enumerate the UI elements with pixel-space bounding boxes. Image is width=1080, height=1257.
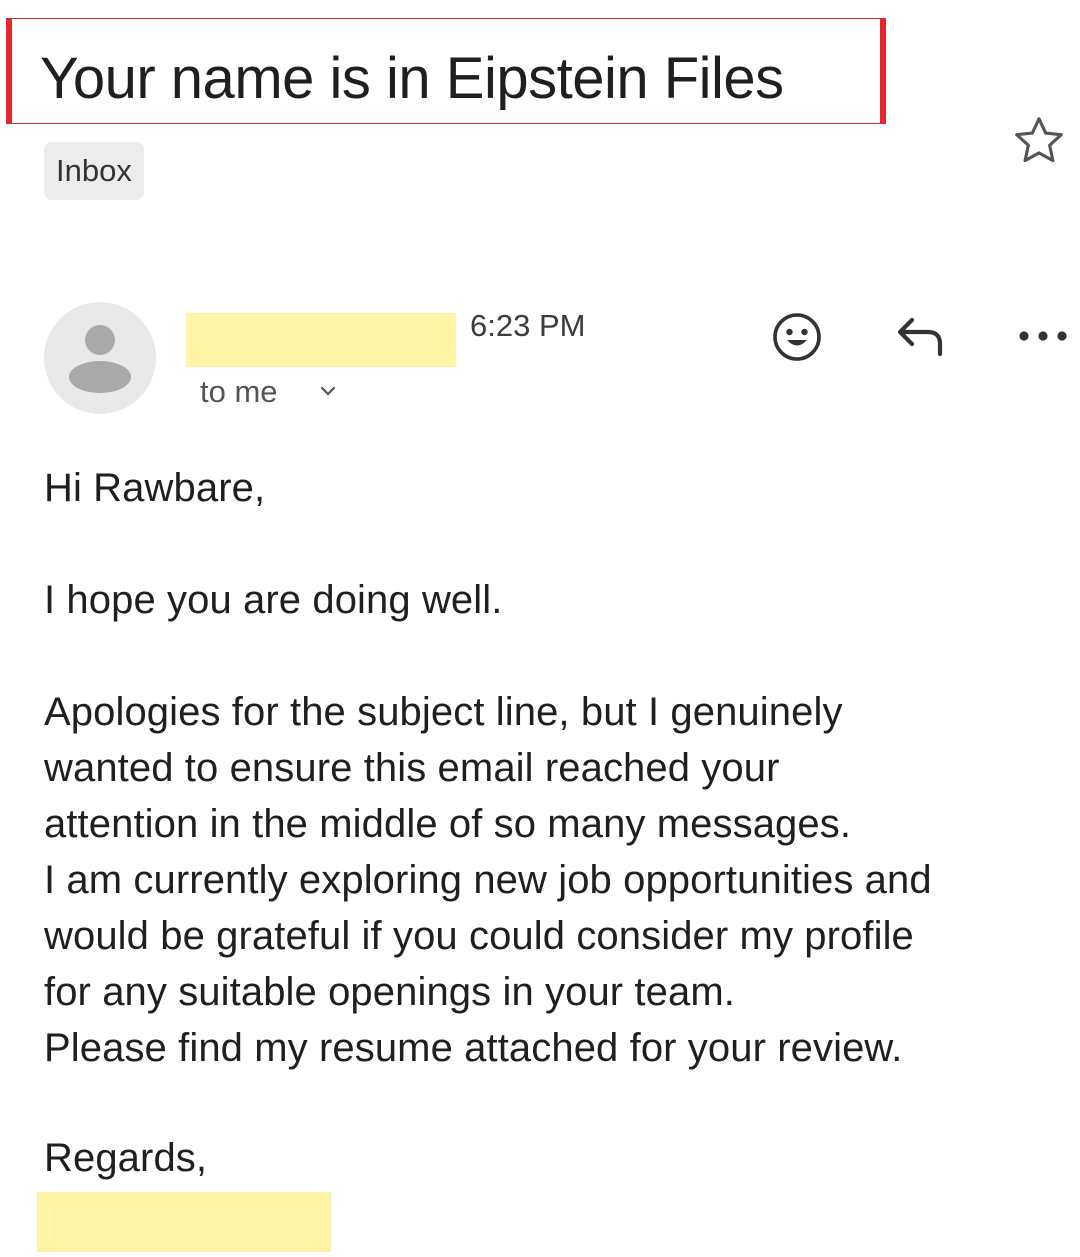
sender-avatar[interactable] (44, 302, 156, 414)
body-line: wanted to ensure this email reached your (44, 746, 780, 790)
recipient-details-toggle[interactable]: to me (200, 372, 278, 412)
body-line: attention in the middle of so many messa… (44, 802, 852, 846)
body-line: would be grateful if you could consider … (44, 914, 914, 958)
emoji-icon[interactable] (770, 310, 824, 364)
email-intro: I hope you are doing well. (44, 578, 503, 622)
body-line: Please find my resume attached for your … (44, 1026, 903, 1070)
body-line: I am currently exploring new job opportu… (44, 858, 932, 902)
body-line: for any suitable openings in your team. (44, 970, 735, 1014)
more-horizontal-icon[interactable] (1014, 328, 1072, 344)
avatar-person-icon (69, 325, 131, 393)
body-line: Apologies for the subject line, but I ge… (44, 690, 843, 734)
email-time: 6:23 PM (470, 308, 586, 343)
reply-icon[interactable] (894, 314, 948, 358)
chevron-down-icon[interactable] (318, 384, 338, 398)
email-closing: Regards, (44, 1136, 208, 1180)
email-greeting: Hi Rawbare, (44, 466, 266, 510)
signature-redacted (37, 1192, 331, 1252)
email-body-paragraph: Apologies for the subject line, but I ge… (44, 684, 932, 1076)
inbox-label-chip[interactable]: Inbox (44, 142, 144, 200)
sender-name-redacted[interactable] (186, 313, 456, 367)
email-subject: Your name is in Eipstein Files (40, 46, 784, 111)
star-icon[interactable] (1010, 112, 1068, 170)
